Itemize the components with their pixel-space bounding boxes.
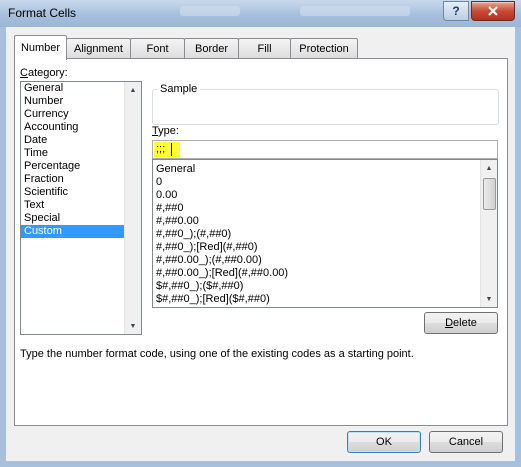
category-item[interactable]: Currency	[21, 108, 141, 121]
format-code-items: General 0 0.00 #,##0 #,##0.00 #,##0_);(#,##0)…	[153, 160, 497, 306]
category-item[interactable]: Fraction	[21, 173, 141, 186]
scroll-up-icon[interactable]: ▲	[481, 160, 497, 176]
label-text: ype:	[158, 125, 179, 137]
accel-key: C	[20, 67, 28, 79]
help-button[interactable]: ?	[443, 1, 469, 21]
close-icon	[488, 6, 498, 16]
format-code-item[interactable]: #,##0_);(#,##0)	[153, 228, 497, 241]
ok-button[interactable]: OK	[347, 431, 421, 453]
category-item[interactable]: Scientific	[21, 186, 141, 199]
tab-alignment[interactable]: Alignment	[66, 38, 131, 59]
tab-font[interactable]: Font	[130, 38, 185, 59]
format-code-item[interactable]: #,##0_);[Red](#,##0)	[153, 241, 497, 254]
sample-label: Sample	[157, 83, 201, 95]
format-code-item[interactable]: $#,##0_);[Red]($#,##0)	[153, 293, 497, 306]
tab-label: Protection	[299, 43, 349, 55]
title-bar[interactable]: Format Cells ?	[0, 0, 521, 28]
scroll-up-icon[interactable]: ▲	[125, 82, 141, 98]
tab-label: Number	[20, 42, 61, 54]
type-input-value: ;;;	[156, 143, 166, 155]
window-title: Format Cells	[8, 6, 77, 20]
category-item[interactable]: Text	[21, 199, 141, 212]
dialog-client: Number Alignment Font Border Fill Protec…	[6, 27, 515, 461]
background-window-blur	[300, 6, 410, 16]
label-text: ategory:	[27, 67, 68, 79]
window-frame: Number Alignment Font Border Fill Protec…	[0, 27, 521, 467]
format-code-item[interactable]: $#,##0_);($#,##0)	[153, 280, 497, 293]
sample-group	[152, 89, 499, 125]
scroll-down-icon[interactable]: ▼	[125, 318, 141, 334]
accel-key: D	[445, 317, 454, 329]
cancel-button[interactable]: Cancel	[429, 431, 503, 453]
button-label: elete	[453, 317, 477, 329]
category-items: General Number Currency Accounting Date Time P…	[21, 82, 141, 238]
tab-label: Border	[194, 43, 229, 55]
category-item[interactable]: General	[21, 82, 141, 95]
tab-number[interactable]: Number	[14, 35, 67, 60]
delete-button[interactable]: Delete	[424, 312, 498, 334]
button-label: OK	[376, 436, 392, 448]
scroll-thumb[interactable]	[483, 178, 496, 210]
type-input[interactable]: ;;;	[152, 140, 498, 159]
tab-border[interactable]: Border	[184, 38, 239, 59]
format-code-list[interactable]: General 0 0.00 #,##0 #,##0.00 #,##0_);(#,##0)…	[152, 159, 498, 308]
hint-text: Type the number format code, using one o…	[20, 348, 414, 360]
button-label: Cancel	[448, 436, 484, 448]
category-label: Category:	[20, 67, 68, 79]
close-button[interactable]	[471, 1, 515, 21]
category-item[interactable]: Number	[21, 95, 141, 108]
category-item[interactable]: Date	[21, 134, 141, 147]
format-code-item[interactable]: #,##0	[153, 202, 497, 215]
category-item[interactable]: Percentage	[21, 160, 141, 173]
tab-label: Fill	[257, 43, 272, 55]
category-item[interactable]: Accounting	[21, 121, 141, 134]
format-code-item[interactable]: 0.00	[153, 189, 497, 202]
category-scrollbar[interactable]: ▲ ▼	[124, 82, 141, 334]
type-label: Type:	[152, 125, 179, 137]
tab-label: Font	[146, 43, 169, 55]
format-code-item[interactable]: #,##0.00	[153, 215, 497, 228]
scroll-down-icon[interactable]: ▼	[481, 291, 497, 307]
format-code-item[interactable]: #,##0.00_);[Red](#,##0.00)	[153, 267, 497, 280]
format-code-item[interactable]: General	[153, 163, 497, 176]
background-window-blur	[180, 6, 240, 16]
category-list[interactable]: General Number Currency Accounting Date Time P…	[20, 81, 142, 335]
tab-fill[interactable]: Fill	[238, 38, 291, 59]
format-code-item[interactable]: #,##0.00_);(#,##0.00)	[153, 254, 497, 267]
category-item[interactable]: Special	[21, 212, 141, 225]
number-tab-panel: Category: General Number Currency Accountin…	[14, 58, 508, 426]
category-item[interactable]: Custom	[21, 225, 141, 238]
tab-label: Alignment	[74, 43, 123, 55]
text-cursor	[171, 143, 172, 156]
tab-protection[interactable]: Protection	[290, 38, 358, 59]
format-code-scrollbar[interactable]: ▲ ▼	[480, 160, 497, 307]
format-code-item[interactable]: 0	[153, 176, 497, 189]
category-item[interactable]: Time	[21, 147, 141, 160]
help-icon: ?	[452, 4, 460, 18]
